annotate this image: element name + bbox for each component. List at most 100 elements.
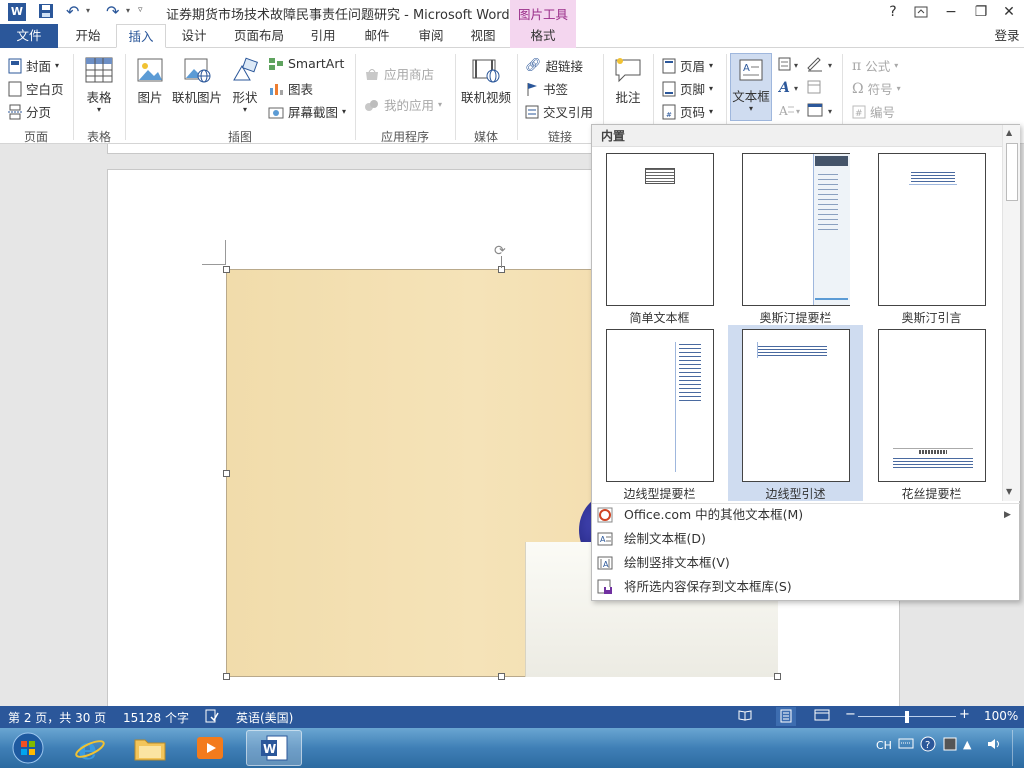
zoom-slider-thumb[interactable]	[905, 711, 909, 723]
page-count-status[interactable]: 第 2 页，共 30 页	[8, 709, 106, 726]
rotate-handle-icon[interactable]: ⟳	[494, 243, 506, 259]
menu-item-draw-textbox[interactable]: A 绘制文本框(D)	[592, 527, 1020, 551]
gallery-item-banded-quote[interactable]: 边线型引述	[728, 325, 863, 501]
equation-button[interactable]: π 公式 ▾	[852, 56, 898, 75]
header-icon	[662, 58, 676, 73]
resize-handle-s[interactable]	[498, 673, 505, 680]
app-store-button[interactable]: 应用商店	[364, 64, 434, 83]
gallery-item-austin-sidebar[interactable]: 奥斯汀提要栏	[728, 149, 863, 325]
smartart-button[interactable]: SmartArt	[268, 56, 344, 71]
table-button[interactable]: 表格 ▾	[78, 56, 120, 114]
bookmark-button[interactable]: 书签	[525, 79, 568, 98]
gallery-item-banded-sidebar[interactable]: 边线型提要栏	[592, 325, 727, 501]
wordart-icon[interactable]: A ▾	[777, 79, 804, 98]
tab-references[interactable]: 引用	[298, 24, 348, 48]
language-status[interactable]: 英语(美国)	[236, 709, 293, 726]
picture-button[interactable]: 图片	[132, 56, 168, 106]
redo-dropdown-icon[interactable]: ▾	[126, 6, 130, 15]
chart-button[interactable]: 图表	[268, 79, 313, 98]
keyboard-icon[interactable]	[898, 737, 914, 752]
resize-handle-nw[interactable]	[223, 266, 230, 273]
cover-page-button[interactable]: 封面 ▾	[8, 56, 59, 75]
screenshot-button[interactable]: 屏幕截图 ▾	[268, 102, 346, 121]
menu-item-draw-vertical-textbox[interactable]: A 绘制竖排文本框(V)	[592, 551, 1020, 575]
drop-cap-icon[interactable]: A ▾	[778, 102, 804, 121]
show-desktop-button[interactable]	[1012, 730, 1022, 766]
web-layout-icon[interactable]	[814, 709, 830, 724]
volume-icon[interactable]	[986, 737, 1002, 754]
menu-item-label: Office.com 中的其他文本框(M)	[624, 507, 804, 522]
page-number-button[interactable]: # 页码 ▾	[662, 102, 713, 121]
gallery-item-filigree-sidebar[interactable]: 花丝提要栏	[864, 325, 999, 501]
resize-handle-se[interactable]	[774, 673, 781, 680]
quick-parts-icon[interactable]: ▾	[778, 56, 804, 75]
margin-mark	[225, 240, 226, 264]
textbox-icon: A	[739, 59, 763, 81]
scroll-down-icon[interactable]: ▼	[1006, 487, 1012, 496]
tab-view[interactable]: 视图	[460, 24, 506, 48]
scroll-up-icon[interactable]: ▲	[1006, 128, 1012, 137]
tab-review[interactable]: 审阅	[406, 24, 456, 48]
start-orb-icon[interactable]	[0, 730, 56, 766]
close-icon[interactable]: ✕	[998, 2, 1020, 22]
online-video-button[interactable]: 联机视频	[460, 56, 512, 106]
zoom-in-icon[interactable]: +	[959, 707, 970, 722]
media-player-icon[interactable]	[182, 730, 238, 766]
help-tray-icon[interactable]: ?	[920, 736, 936, 755]
gallery-item-simple-textbox[interactable]: 简单文本框	[592, 149, 727, 325]
sign-in-link[interactable]: 登录	[990, 24, 1024, 48]
resize-handle-w[interactable]	[223, 470, 230, 477]
tab-design[interactable]: 设计	[168, 24, 220, 48]
date-time-icon[interactable]	[806, 79, 828, 98]
tab-home[interactable]: 开始	[62, 24, 114, 48]
proofing-icon[interactable]	[205, 709, 219, 726]
help-button[interactable]: ?	[882, 2, 904, 22]
shapes-button[interactable]: 形状 ▾	[226, 56, 264, 114]
word-icon[interactable]: W	[246, 730, 302, 766]
ie-icon[interactable]: e	[62, 730, 118, 766]
cross-reference-button[interactable]: 交叉引用	[525, 102, 593, 121]
word-count-status[interactable]: 15128 个字	[123, 709, 189, 726]
tab-file[interactable]: 文件	[0, 24, 58, 48]
word-app-icon[interactable]: W	[8, 3, 26, 21]
hyperlink-button[interactable]: 🔗︎ 超链接	[525, 56, 583, 75]
zoom-out-icon[interactable]: −	[845, 707, 856, 722]
zoom-level[interactable]: 100%	[984, 709, 1018, 723]
online-picture-button[interactable]: 联机图片	[170, 56, 224, 106]
ime-indicator[interactable]: CH	[876, 739, 892, 752]
symbol-button[interactable]: Ω 符号 ▾	[852, 79, 901, 98]
restore-icon[interactable]: ❐	[970, 2, 992, 22]
explorer-icon[interactable]	[122, 730, 178, 766]
tab-picture-format[interactable]: 格式	[510, 24, 576, 48]
textbox-button[interactable]: A 文本框 ▾	[730, 53, 772, 121]
footer-button[interactable]: 页脚 ▾	[662, 79, 713, 98]
read-mode-icon[interactable]	[738, 709, 752, 724]
gallery-item-austin-quote[interactable]: 奥斯汀引言	[864, 149, 999, 325]
my-apps-button[interactable]: 我的应用 ▾	[364, 95, 442, 114]
page-break-button[interactable]: 分页	[8, 102, 51, 121]
save-icon[interactable]	[38, 3, 54, 22]
undo-icon[interactable]: ↶	[66, 2, 79, 21]
menu-item-more-from-office[interactable]: Office.com 中的其他文本框(M) ▶	[592, 503, 1020, 527]
menu-item-save-selection-to-gallery[interactable]: 将所选内容保存到文本框库(S)	[592, 575, 1020, 599]
header-button[interactable]: 页眉 ▾	[662, 56, 713, 75]
minimize-icon[interactable]: −	[940, 2, 962, 22]
print-layout-icon[interactable]	[776, 707, 796, 726]
scroll-thumb[interactable]	[1006, 143, 1018, 201]
numbering-button[interactable]: # 编号	[852, 102, 895, 121]
show-hidden-icons[interactable]: ▲	[963, 738, 971, 751]
resize-handle-sw[interactable]	[223, 673, 230, 680]
object-icon[interactable]: ▾	[806, 102, 836, 121]
signature-line-icon[interactable]: ▾	[806, 56, 836, 75]
ribbon-display-options-icon[interactable]	[910, 2, 932, 22]
tray-app-icon[interactable]	[942, 736, 958, 755]
customize-qat-icon[interactable]: ▿	[138, 5, 143, 15]
blank-page-button[interactable]: 空白页	[8, 79, 64, 98]
undo-dropdown-icon[interactable]: ▾	[86, 6, 90, 15]
redo-icon[interactable]: ↷	[106, 2, 119, 21]
tab-insert[interactable]: 插入	[116, 24, 166, 48]
tab-page-layout[interactable]: 页面布局	[224, 24, 294, 48]
comment-button[interactable]: 批注	[608, 56, 648, 106]
tab-mailings[interactable]: 邮件	[352, 24, 402, 48]
gallery-scrollbar[interactable]: ▲ ▼	[1002, 125, 1020, 501]
